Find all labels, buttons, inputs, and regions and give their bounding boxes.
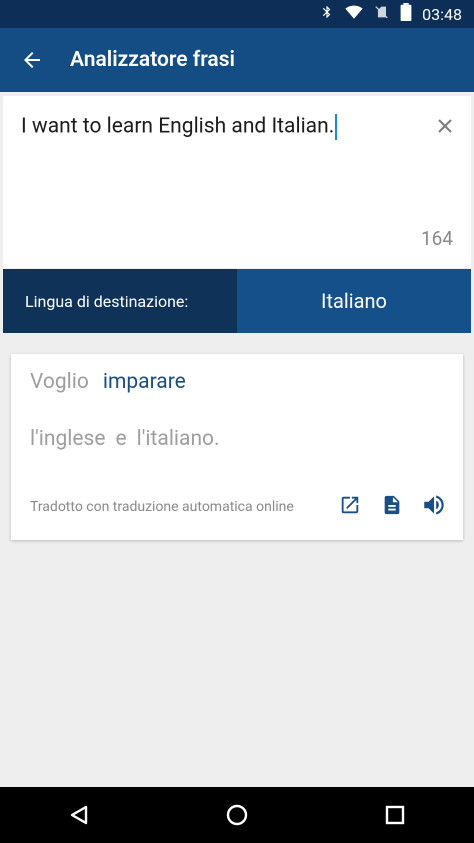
- clock: 03:48: [422, 4, 462, 24]
- target-language-label: Lingua di destinazione:: [3, 269, 237, 333]
- speaker-icon[interactable]: [421, 492, 447, 518]
- no-sim-icon: [374, 3, 390, 25]
- result-word[interactable]: e: [116, 427, 127, 451]
- result-actions: [337, 492, 447, 518]
- document-icon[interactable]: [379, 492, 405, 518]
- character-count: 164: [420, 227, 453, 250]
- target-language-selector[interactable]: Italiano: [237, 269, 471, 333]
- result-word-highlighted[interactable]: imparare: [103, 370, 186, 394]
- translation-result-card: Voglio imparare l'inglese e l'italiano. Tra…: [11, 354, 463, 540]
- recents-square-icon[interactable]: [365, 787, 425, 843]
- app-bar: Analizzatore frasi: [0, 28, 474, 92]
- close-icon[interactable]: [431, 112, 459, 140]
- page-title: Analizzatore frasi: [70, 48, 235, 72]
- result-word[interactable]: Voglio: [30, 370, 89, 394]
- battery-icon: [400, 3, 412, 25]
- sentence-input-area[interactable]: I want to learn English and Italian. 164: [3, 96, 471, 268]
- result-word[interactable]: l'italiano.: [137, 427, 220, 451]
- result-line: l'inglese e l'italiano.: [30, 427, 230, 451]
- text-cursor: [335, 114, 338, 140]
- status-bar: 03:48: [0, 0, 474, 28]
- home-circle-icon[interactable]: [207, 787, 267, 843]
- target-language-row: Lingua di destinazione: Italiano: [3, 269, 471, 333]
- bluetooth-icon: [320, 3, 334, 25]
- wifi-icon: [344, 3, 364, 25]
- result-word[interactable]: l'inglese: [30, 427, 106, 451]
- result-line: Voglio imparare: [30, 370, 186, 394]
- machine-translation-note: Tradotto con traduzione automatica onlin…: [30, 499, 294, 515]
- open-external-icon[interactable]: [337, 492, 363, 518]
- back-arrow-icon[interactable]: [0, 28, 64, 92]
- system-navigation-bar: [0, 787, 474, 843]
- sentence-input-text: I want to learn English and Italian.: [21, 114, 335, 139]
- sentence-input[interactable]: I want to learn English and Italian.: [21, 114, 338, 140]
- back-triangle-icon[interactable]: [49, 787, 109, 843]
